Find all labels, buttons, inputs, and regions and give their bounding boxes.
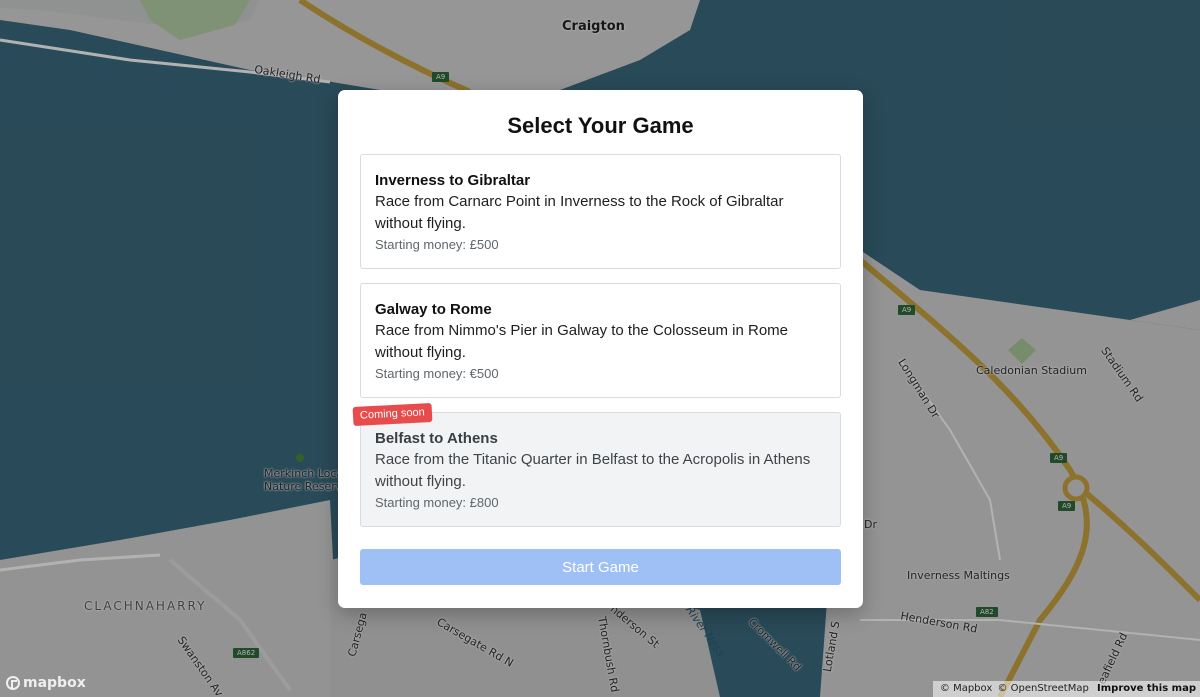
- coming-soon-badge: Coming soon: [352, 402, 433, 427]
- game-name: Galway to Rome: [375, 301, 492, 318]
- modal-title: Select Your Game: [507, 113, 694, 138]
- attribution-mapbox-link[interactable]: © Mapbox: [940, 683, 992, 694]
- mapbox-logo[interactable]: mapbox: [6, 675, 86, 691]
- game-starting-money: Starting money: €500: [375, 366, 499, 381]
- attribution-osm-link[interactable]: © OpenStreetMap: [997, 683, 1088, 694]
- mapbox-logo-text: mapbox: [23, 675, 86, 691]
- game-card-galway-rome[interactable]: Galway to Rome Race from Nimmo's Pier in…: [360, 283, 841, 398]
- start-game-button[interactable]: Start Game: [360, 549, 841, 585]
- game-starting-money: Starting money: £800: [375, 495, 499, 510]
- game-description: Race from Carnarc Point in Inverness to …: [375, 193, 784, 232]
- mapbox-logo-icon: [6, 676, 20, 690]
- game-name: Inverness to Gibraltar: [375, 172, 531, 189]
- improve-map-link[interactable]: Improve this map: [1097, 683, 1196, 694]
- game-description: Race from Nimmo's Pier in Galway to the …: [375, 322, 788, 361]
- map-attribution: © Mapbox © OpenStreetMap Improve this ma…: [932, 681, 1200, 697]
- game-name: Belfast to Athens: [375, 430, 498, 447]
- game-select-modal: Select Your Game Inverness to Gibraltar …: [338, 90, 863, 608]
- game-card-inverness-gibraltar[interactable]: Inverness to Gibraltar Race from Carnarc…: [360, 154, 841, 269]
- game-description: Race from the Titanic Quarter in Belfast…: [375, 451, 811, 490]
- game-starting-money: Starting money: £500: [375, 237, 499, 252]
- game-card-belfast-athens: Coming soon Belfast to Athens Race from …: [352, 402, 841, 527]
